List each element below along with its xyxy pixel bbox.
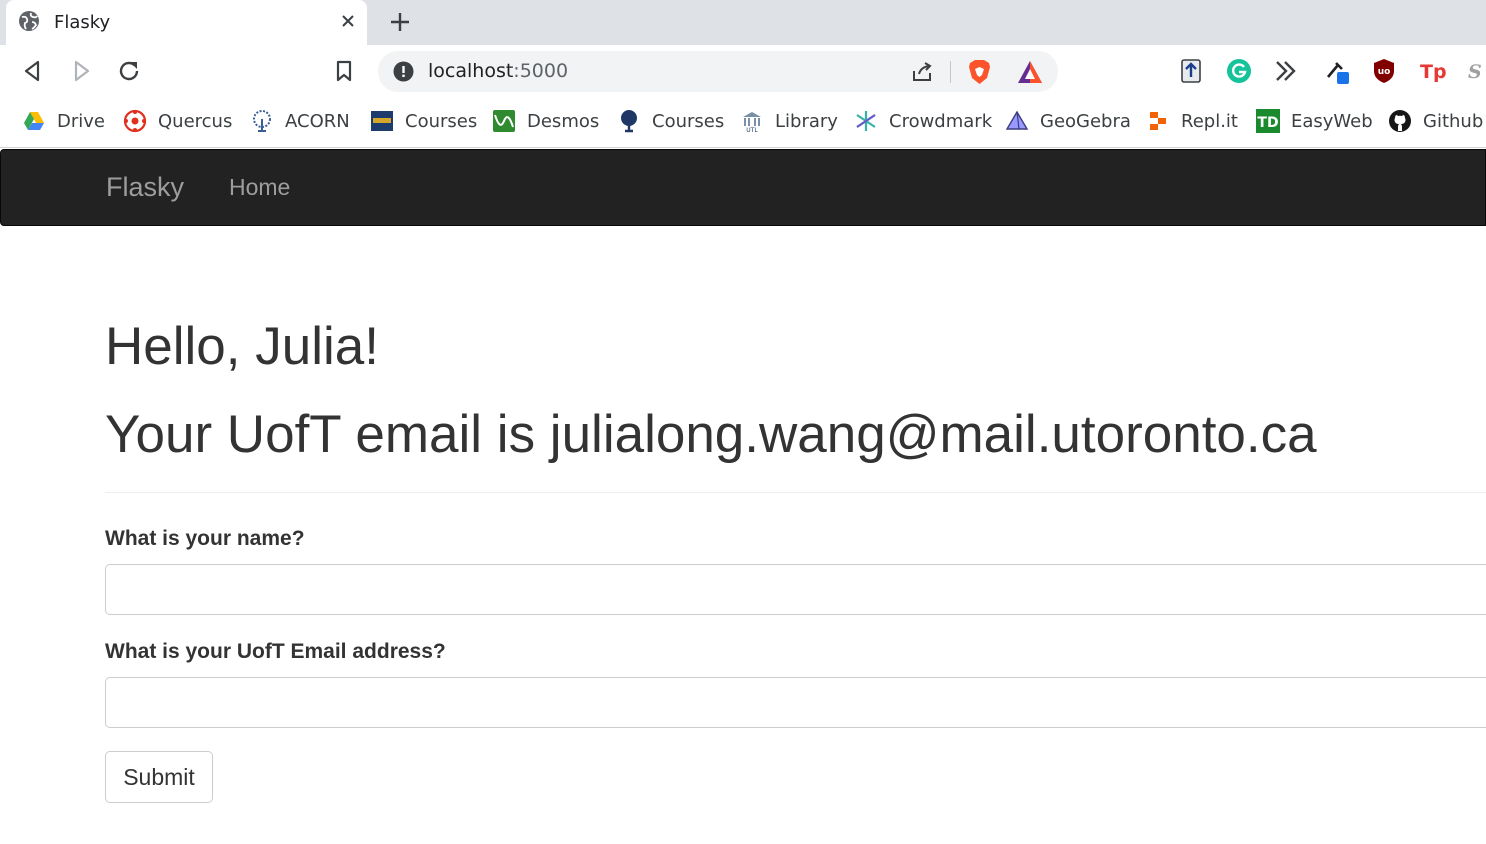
close-icon[interactable] (338, 11, 358, 31)
nav-link-home[interactable]: Home (229, 174, 290, 201)
td-icon: TD (1256, 109, 1280, 133)
s-extension-icon[interactable]: S (1466, 57, 1486, 85)
crowdmark-icon (856, 111, 876, 131)
tp-extension-icon[interactable]: Tp (1418, 57, 1446, 85)
share-icon[interactable] (910, 60, 934, 84)
browser-tab[interactable]: Flasky (6, 0, 367, 45)
new-tab-icon[interactable] (388, 10, 412, 34)
bookmark-replit[interactable]: Repl.it (1146, 107, 1238, 135)
bookmark-courses-skule[interactable]: Courses (370, 107, 477, 135)
bookmark-desmos[interactable]: Desmos (492, 107, 599, 135)
brave-rewards-icon[interactable] (1016, 59, 1044, 85)
desmos-icon (493, 110, 515, 132)
forward-arrows-icon[interactable] (1273, 57, 1301, 85)
bookmark-courses-uoft[interactable]: Courses (617, 107, 724, 135)
bookmark-acorn[interactable]: ACORN (250, 107, 350, 135)
tab-strip: Flasky (0, 0, 1486, 45)
url-text[interactable]: localhost:5000 (428, 60, 568, 82)
app-navbar: Flasky Home (0, 149, 1486, 226)
tab-title: Flasky (54, 12, 111, 33)
bookmark-quercus[interactable]: Quercus (123, 107, 232, 135)
navbar-brand[interactable]: Flasky (106, 172, 184, 203)
courses-icon (371, 111, 393, 131)
brave-shields-icon[interactable] (966, 58, 993, 86)
quercus-icon (123, 109, 147, 133)
submit-button[interactable]: Submit (105, 751, 213, 803)
replit-icon (1150, 112, 1166, 130)
url-host: localhost (428, 60, 514, 82)
grammarly-icon[interactable] (1225, 57, 1253, 85)
svg-text:S: S (1468, 61, 1482, 83)
svg-text:UTL: UTL (746, 127, 758, 133)
globe-icon (19, 11, 39, 31)
bookmark-icon[interactable] (331, 58, 357, 84)
reload-icon[interactable] (116, 58, 142, 84)
library-icon: UTL (743, 112, 761, 133)
bookmarks-bar: Drive Quercus ACORN Courses Desmos Cours… (0, 98, 1486, 148)
address-bar[interactable]: localhost:5000 (378, 51, 1058, 92)
svg-text:Tp: Tp (1420, 61, 1446, 83)
email-label: What is your UofT Email address? (105, 640, 446, 663)
ublock-origin-icon[interactable]: uo (1370, 57, 1398, 85)
tree-icon (621, 110, 637, 133)
geogebra-icon (1005, 110, 1029, 130)
bookmark-drive[interactable]: Drive (22, 107, 105, 135)
name-label: What is your name? (105, 527, 305, 550)
github-icon (1389, 110, 1411, 132)
bookmark-geogebra[interactable]: GeoGebra (1005, 107, 1131, 135)
bookmark-github[interactable]: Github (1388, 107, 1483, 135)
browser-toolbar: localhost:5000 uo Tp S (0, 45, 1486, 98)
bookmark-library[interactable]: UTL Library (740, 107, 838, 135)
forward-icon[interactable] (68, 58, 94, 84)
email-input[interactable] (105, 677, 1486, 728)
email-heading: Your UofT email is julialong.wang@mail.u… (105, 405, 1317, 464)
upload-extension-icon[interactable] (1177, 57, 1205, 85)
color-picker-icon[interactable] (1322, 57, 1350, 85)
svg-text:TD: TD (1257, 115, 1278, 131)
acorn-icon (253, 110, 271, 132)
bookmark-easyweb[interactable]: TD EasyWeb (1256, 107, 1373, 135)
back-icon[interactable] (20, 58, 46, 84)
bookmark-crowdmark[interactable]: Crowdmark (854, 107, 992, 135)
greeting-heading: Hello, Julia! (105, 317, 379, 376)
url-port: :5000 (513, 60, 569, 82)
page-header-divider (105, 492, 1486, 493)
svg-text:uo: uo (1378, 67, 1391, 77)
google-drive-icon (24, 112, 44, 130)
info-icon[interactable] (393, 61, 414, 82)
name-input[interactable] (105, 564, 1486, 615)
omnibox-separator (950, 61, 951, 83)
